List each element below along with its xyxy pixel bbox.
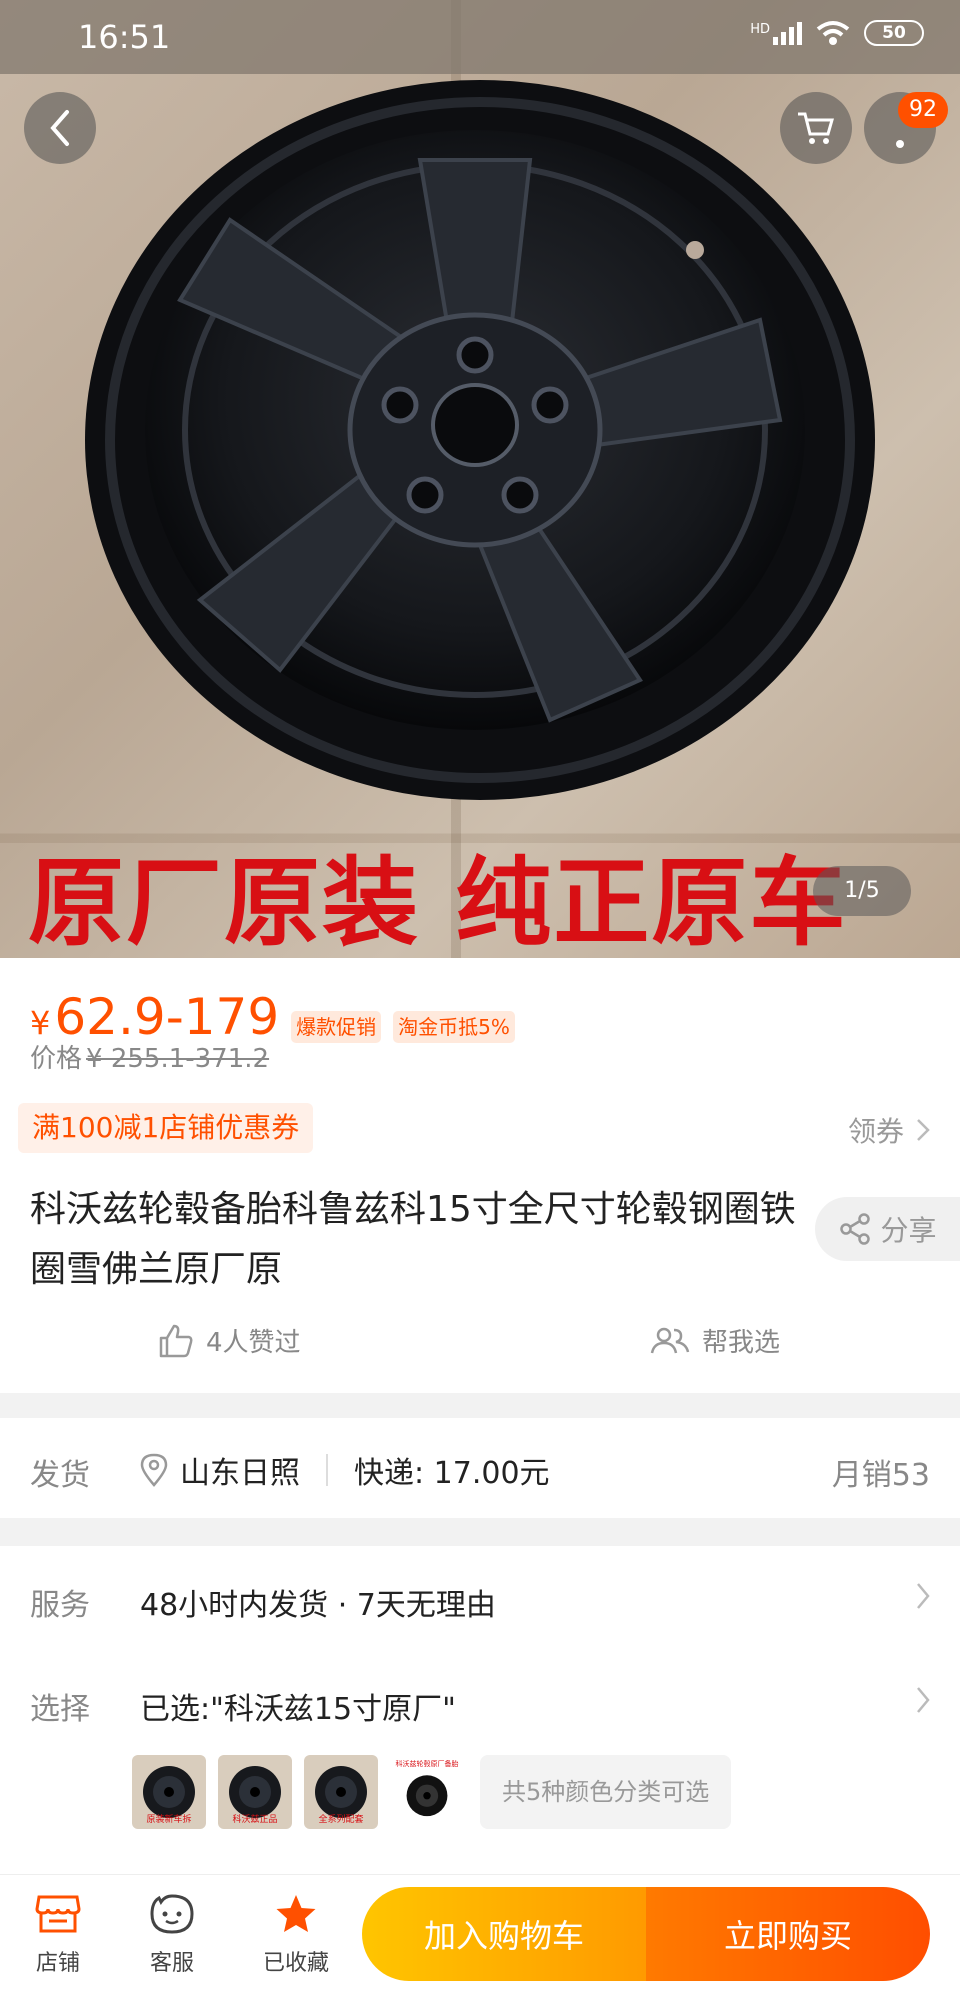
divider [326, 1454, 328, 1486]
more-variants-button[interactable]: 共5种颜色分类可选 [480, 1755, 732, 1829]
service-label: 服务 [30, 1588, 90, 1623]
shop-icon [35, 1895, 81, 1933]
get-coupon-label: 领券 [847, 1115, 904, 1148]
shipping-location: 山东日照 [180, 1456, 300, 1491]
shipping-info: 山东日照 快递: 17.00元 [140, 1448, 550, 1492]
chevron-right-icon [917, 1119, 930, 1141]
product-title: 科沃兹轮毂备胎科鲁兹科15寸全尺寸轮毂钢圈铁圈雪佛兰原厂原 [30, 1189, 796, 1290]
thumbs-up-icon [159, 1324, 193, 1357]
thumbnail-caption: 科沃兹正品 [232, 1815, 278, 1825]
add-to-cart-button[interactable]: 加入购物车 [362, 1887, 646, 1981]
status-bar: 16:51 HD 50 [0, 0, 960, 74]
share-label: 分享 [880, 1214, 937, 1247]
get-coupon-button[interactable]: 领券 [848, 1110, 930, 1150]
share-icon [840, 1213, 871, 1245]
variant-thumbnail[interactable]: 科沃兹轮毂原厂备胎 [390, 1755, 464, 1829]
message-count-badge: 92 [898, 92, 948, 128]
thumbnail-caption: 原装新车拆 [146, 1815, 192, 1825]
selection-value: 已选:"科沃兹15寸原厂" [140, 1692, 456, 1727]
likes-button[interactable]: 4人赞过 [158, 1322, 301, 1359]
coin-tag: 淘金币抵5% [393, 1011, 515, 1043]
bottom-action-bar: 店铺 客服 已收藏 加入购物车 立即购买 [0, 1874, 960, 1994]
shop-label: 店铺 [35, 1951, 80, 1976]
favorite-label: 已收藏 [262, 1951, 329, 1976]
thumbnail-caption: 全系列配套 [318, 1815, 364, 1825]
price-currency: ¥ [30, 1004, 51, 1042]
hero-banner-text: 原厂原装 纯正原车 [28, 846, 848, 958]
wheel-thumbnail-icon [406, 1775, 448, 1817]
original-price-label: 价格 [30, 1044, 83, 1074]
thumbnail-caption: 科沃兹轮毂原厂备胎 [395, 1760, 459, 1768]
battery-icon: 50 [864, 20, 924, 46]
cart-button[interactable] [780, 92, 852, 164]
wifi-icon [816, 21, 850, 45]
share-button[interactable]: 分享 [815, 1197, 960, 1261]
help-me-choose-button[interactable]: 帮我选 [650, 1322, 780, 1359]
monthly-sales: 月销53 [831, 1458, 930, 1493]
express-fee: 快递: 17.00元 [354, 1456, 550, 1491]
promo-tag: 爆款促销 [291, 1011, 382, 1043]
status-icons: HD 50 [750, 20, 924, 46]
shipping-label: 发货 [30, 1458, 90, 1493]
network-type: HD [750, 21, 770, 37]
back-button[interactable] [24, 92, 96, 164]
location-pin-icon [140, 1453, 168, 1487]
more-dot-icon [896, 140, 904, 148]
likes-label: 4人赞过 [206, 1328, 301, 1358]
chevron-right-icon [917, 1687, 930, 1713]
service-value: 48小时内发货 · 7天无理由 [140, 1588, 496, 1623]
customer-service-button[interactable]: 客服 [122, 1893, 222, 1977]
original-price: 价格 ¥ 255.1-371.2 [30, 1038, 269, 1075]
original-price-value: ¥ 255.1-371.2 [86, 1044, 270, 1074]
cart-icon [798, 112, 834, 144]
variant-thumbnail[interactable]: 原装新车拆 [132, 1755, 206, 1829]
signal-icon: HD [750, 21, 802, 45]
shop-button[interactable]: 店铺 [8, 1893, 108, 1977]
price-card: ¥ 62.9-179 爆款促销 淘金币抵5% [0, 958, 960, 1393]
customer-service-label: 客服 [149, 1951, 194, 1976]
chat-face-icon [150, 1894, 194, 1934]
variant-thumbnail[interactable]: 全系列配套 [304, 1755, 378, 1829]
star-filled-icon [276, 1895, 316, 1932]
buy-now-button[interactable]: 立即购买 [646, 1887, 930, 1981]
help-me-choose-label: 帮我选 [702, 1328, 781, 1358]
people-icon [650, 1327, 690, 1353]
shop-coupon[interactable]: 满100减1店铺优惠券 [18, 1103, 314, 1153]
favorite-button[interactable]: 已收藏 [246, 1893, 346, 1977]
variant-thumbnail[interactable]: 科沃兹正品 [218, 1755, 292, 1829]
chevron-left-icon [50, 110, 69, 146]
variant-thumbnails: 原装新车拆 科沃兹正品 全系列配套 科沃兹轮毂原厂备胎 共5种颜色分类可选 [132, 1755, 732, 1829]
selection-label: 选择 [30, 1692, 90, 1727]
product-wheel-image [85, 80, 875, 800]
status-time: 16:51 [78, 18, 171, 56]
image-pager: 1/5 [813, 866, 911, 916]
chevron-right-icon [917, 1583, 930, 1609]
